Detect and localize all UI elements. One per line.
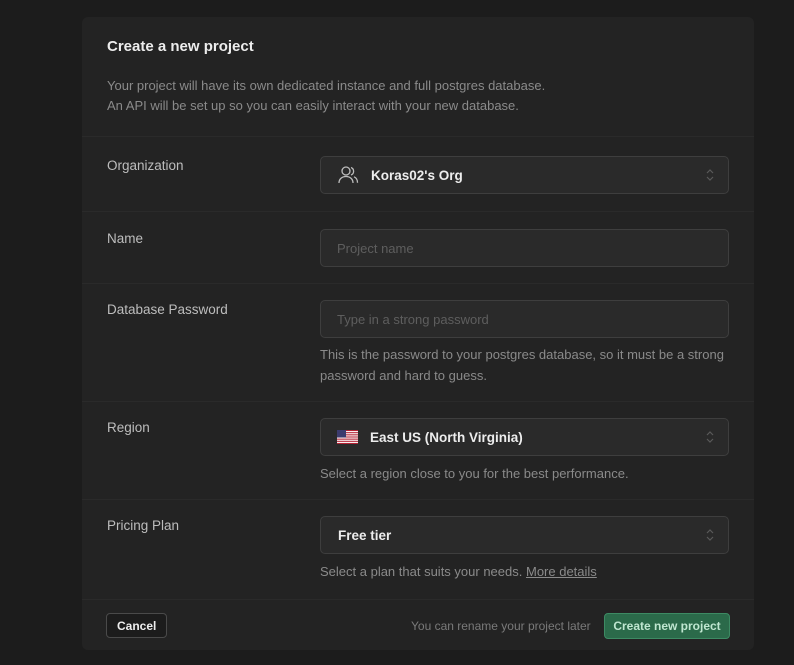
region-label: Region — [107, 420, 150, 435]
name-label: Name — [107, 231, 144, 246]
pricing-help: Select a plan that suits your needs. — [320, 564, 523, 579]
project-name-input[interactable] — [321, 240, 728, 256]
chevron-up-down-icon — [706, 431, 714, 443]
password-field[interactable] — [320, 300, 729, 338]
description-line-2: An API will be set up so you can easily … — [107, 98, 519, 113]
password-help: This is the password to your postgres da… — [320, 347, 724, 383]
dialog-footer: Cancel You can rename your project later… — [82, 600, 754, 650]
region-row: Region East US (North Virginia) Select a… — [82, 402, 754, 500]
name-row: Name — [82, 212, 754, 284]
create-project-button[interactable]: Create new project — [604, 613, 730, 639]
pricing-value: Free tier — [338, 527, 392, 543]
dialog-title: Create a new project — [107, 38, 254, 55]
rename-note: You can rename your project later — [411, 619, 591, 633]
chevron-up-down-icon — [706, 529, 714, 541]
chevron-up-down-icon — [706, 169, 714, 181]
password-input[interactable] — [321, 311, 728, 327]
dialog-header: Create a new project Your project will h… — [82, 17, 754, 137]
cancel-button[interactable]: Cancel — [106, 613, 168, 638]
dialog-description: Your project will have its own dedicated… — [107, 76, 729, 116]
pricing-row: Pricing Plan Free tier Select a plan tha… — [82, 500, 754, 600]
pricing-help-container: Select a plan that suits your needs. Mor… — [320, 561, 729, 582]
region-select[interactable]: East US (North Virginia) — [320, 418, 729, 456]
organization-select[interactable]: Koras02's Org — [320, 156, 729, 194]
users-icon — [337, 165, 359, 185]
description-line-1: Your project will have its own dedicated… — [107, 78, 546, 93]
password-label: Database Password — [107, 302, 228, 317]
region-value: East US (North Virginia) — [370, 429, 523, 445]
organization-value: Koras02's Org — [371, 167, 463, 183]
organization-row: Organization Koras02's Org — [82, 137, 754, 212]
password-row: Database Password This is the password t… — [82, 284, 754, 402]
us-flag-icon — [337, 430, 358, 444]
pricing-label: Pricing Plan — [107, 518, 180, 533]
project-name-field[interactable] — [320, 229, 729, 267]
more-details-link[interactable]: More details — [526, 564, 597, 579]
create-project-dialog: Create a new project Your project will h… — [82, 17, 754, 650]
pricing-select[interactable]: Free tier — [320, 516, 729, 554]
organization-label: Organization — [107, 158, 184, 173]
region-help: Select a region close to you for the bes… — [320, 466, 629, 481]
